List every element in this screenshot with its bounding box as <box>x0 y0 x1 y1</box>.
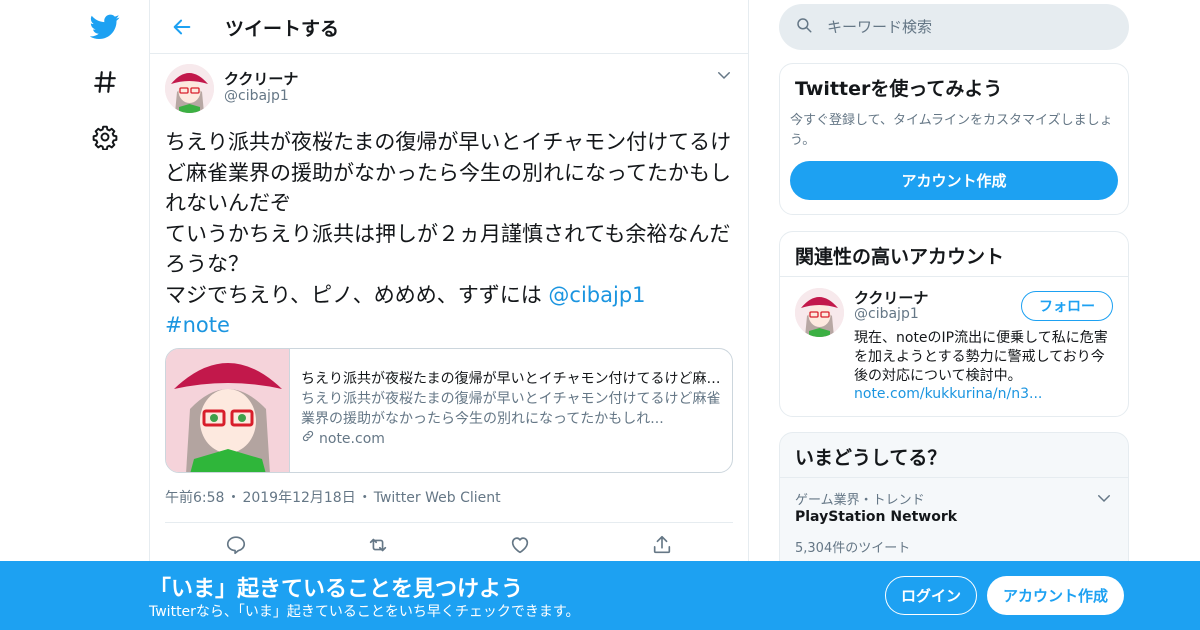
reply-icon[interactable] <box>225 534 249 558</box>
search-input[interactable] <box>827 18 1107 36</box>
search-icon <box>795 16 813 38</box>
bottom-signup-bar: 「いま」起きていることを見つけよう Twitterなら、「いま」起きていることを… <box>0 561 1200 630</box>
meta-separator: ・ <box>226 490 241 506</box>
related-handle[interactable]: @cibajp1 <box>854 306 919 322</box>
hashtag-icon[interactable] <box>86 63 124 101</box>
card-description: ちえり派共が夜桜たまの復帰が早いとイチャモン付けてるけど麻雀業界の援助がなかった… <box>301 391 721 427</box>
meta-separator: ・ <box>357 490 372 506</box>
avatar[interactable] <box>165 64 214 113</box>
link-icon <box>301 429 315 449</box>
related-accounts-panel: 関連性の高いアカウント ククリーナ @cibajp1 フォロー 現在、noteの… <box>779 231 1129 417</box>
tweet-text: ちえり派共が夜桜たまの復帰が早いとイチャモン付けてるけど麻雀業界の援助がなかった… <box>165 127 740 341</box>
page-title: ツイートする <box>225 18 340 40</box>
tweet-body: ちえり派共が夜桜たまの復帰が早いとイチャモン付けてるけど麻雀業界の援助がなかった… <box>165 130 732 307</box>
back-arrow-icon[interactable] <box>168 13 196 41</box>
chevron-down-icon[interactable] <box>715 66 733 84</box>
main-column: ツイートする ククリーナ @cibajp1 ちえり派共が夜桜たまの復帰が早いとイ… <box>149 0 749 630</box>
chevron-down-icon[interactable] <box>1095 489 1113 507</box>
share-icon[interactable] <box>651 534 675 558</box>
signup-panel-desc: 今すぐ登録して、タイムラインをカスタマイズしましょう。 <box>790 113 1113 148</box>
card-domain: note.com <box>301 429 721 449</box>
author-name[interactable]: ククリーナ <box>224 68 298 89</box>
gear-icon[interactable] <box>86 118 124 156</box>
login-button[interactable]: ログイン <box>885 576 977 615</box>
follow-button[interactable]: フォロー <box>1021 291 1113 321</box>
related-title: 関連性の高いアカウント <box>795 246 1005 268</box>
main-header: ツイートする <box>150 0 748 54</box>
bottom-bar-subtitle: Twitterなら、「いま」起きていることをいち早くチェックできます。 <box>149 604 580 620</box>
signup-button[interactable]: アカウント作成 <box>987 576 1124 615</box>
card-body: ちえり派共が夜桜たまの復帰が早いとイチャモン付けてるけど麻雀業界の援助がなかった… <box>301 369 721 449</box>
related-link[interactable]: note.com/kukkurina/n/n3... <box>854 386 1042 402</box>
hashtag-link[interactable]: #note <box>165 313 230 337</box>
related-header: 関連性の高いアカウント <box>780 232 1128 277</box>
tweet-meta: 午前6:58 ・ 2019年12月18日・ Twitter Web Client <box>165 487 503 507</box>
avatar[interactable] <box>795 288 844 337</box>
author-handle[interactable]: @cibajp1 <box>224 88 289 104</box>
left-nav <box>80 0 130 630</box>
trend-category: ゲーム業界・トレンド <box>795 493 925 508</box>
tweet-actions <box>165 534 733 560</box>
trends-header: いまどうしてる？ <box>780 433 1128 478</box>
tweet-client[interactable]: Twitter Web Client <box>374 490 501 506</box>
trends-title: いまどうしてる？ <box>795 447 947 469</box>
twitter-logo-icon[interactable] <box>86 8 124 46</box>
mention-link[interactable]: @cibajp1 <box>548 283 645 307</box>
divider <box>165 522 733 523</box>
tweet-author: ククリーナ @cibajp1 <box>165 64 733 116</box>
create-account-button[interactable]: アカウント作成 <box>790 161 1118 200</box>
card-title: ちえり派共が夜桜たまの復帰が早いとイチャモン付けてるけど麻雀業界の援助がなかった… <box>301 371 721 387</box>
trend-name[interactable]: PlayStation Network <box>795 509 957 525</box>
tweet-date[interactable]: 2019年12月18日 <box>242 490 355 506</box>
retweet-icon[interactable] <box>367 534 391 558</box>
card-thumbnail <box>166 349 290 472</box>
tweet-time[interactable]: 午前6:58 <box>165 490 224 506</box>
bottom-bar-title: 「いま」起きていることを見つけよう <box>149 577 524 602</box>
related-bio: 現在、noteのIP流出に便乗して私に危害を加えようとする勢力に警戒しており今後… <box>854 330 1108 384</box>
signup-panel-title: Twitterを使ってみよう <box>795 78 1003 100</box>
link-card[interactable]: ちえり派共が夜桜たまの復帰が早いとイチャモン付けてるけど麻雀業界の援助がなかった… <box>165 348 733 473</box>
search-bar[interactable] <box>779 4 1129 50</box>
related-name[interactable]: ククリーナ <box>854 287 928 308</box>
like-icon[interactable] <box>509 534 533 558</box>
signup-panel: Twitterを使ってみよう 今すぐ登録して、タイムラインをカスタマイズしましょ… <box>779 63 1129 215</box>
card-domain-text: note.com <box>319 431 385 447</box>
trend-count: 5,304件のツイート <box>795 541 911 556</box>
